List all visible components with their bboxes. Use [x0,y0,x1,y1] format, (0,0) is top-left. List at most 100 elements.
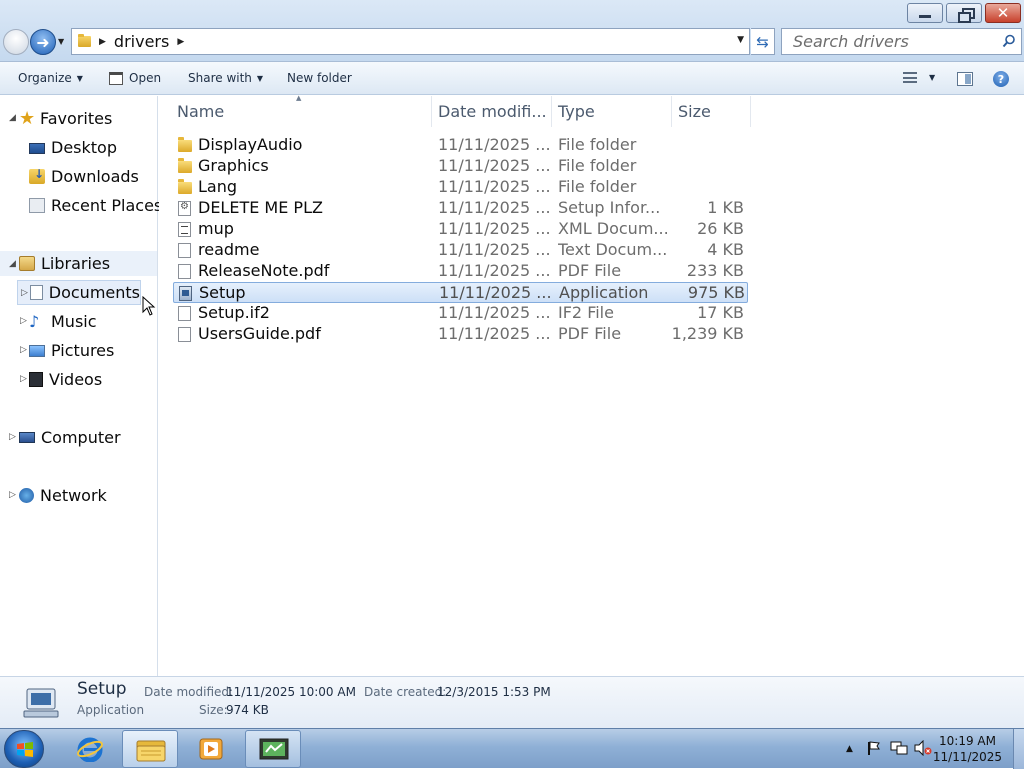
expand-arrow-icon[interactable]: ▷ [20,374,27,384]
file-row[interactable]: UsersGuide.pdf 11/11/2025 ... PDF File 1… [173,324,748,345]
clock-date[interactable]: 11/11/2025 [930,750,1005,764]
star-icon: ★ [19,108,36,129]
date-modified-value: 11/11/2025 10:00 AM [226,685,356,699]
pdf-file-icon [178,327,191,342]
back-button[interactable] [3,29,29,55]
nav-downloads[interactable]: Downloads [29,164,139,189]
nav-network-label: Network [40,486,107,505]
libraries-icon [19,256,35,271]
chevron-down-icon: ▼ [929,73,936,82]
action-center-flag-icon[interactable] [866,740,882,756]
file-type: PDF File [558,261,622,280]
nav-music[interactable]: ▷ ♪ Music [20,309,97,334]
windows-logo-icon [17,742,33,757]
start-button[interactable] [4,730,44,768]
nav-recent-places-label: Recent Places [51,196,163,215]
open-icon [109,71,123,85]
nav-recent-places[interactable]: Recent Places [29,193,162,218]
nav-videos[interactable]: ▷ Videos [20,367,102,392]
file-size: 1 KB [707,198,744,217]
show-desktop-button[interactable] [1013,729,1024,769]
explorer-folders-icon [136,740,166,762]
nav-documents[interactable]: ▷ Documents [17,280,141,305]
expand-arrow-icon[interactable]: ▷ [20,316,27,326]
file-type: XML Docum... [558,219,669,238]
recent-pages-dropdown[interactable]: ▼ [58,37,64,46]
preview-pane-button[interactable] [957,72,973,86]
breadcrumb-chevron-icon[interactable]: ▶ [99,37,106,47]
expand-arrow-icon[interactable]: ▷ [9,490,16,500]
organize-label: Organize [18,71,72,85]
file-name: Graphics [198,156,269,175]
breadcrumb-drivers[interactable]: drivers [114,32,169,51]
setup-application-icon [259,738,289,760]
details-file-kind: Application [77,703,145,717]
address-bar[interactable]: ▶ drivers ▶ ▼ [71,28,750,55]
taskbar-setup-application[interactable] [245,730,301,768]
column-header-size[interactable]: Size [672,96,751,127]
network-icon [19,488,34,503]
address-history-dropdown[interactable]: ▼ [737,35,744,45]
nav-desktop-label: Desktop [51,138,117,157]
file-row[interactable]: readme 11/11/2025 ... Text Docum... 4 KB [173,240,748,261]
taskbar-media-player[interactable] [183,730,239,768]
nav-network[interactable]: ▷ Network [9,483,107,508]
nav-favorites[interactable]: ★ Favorites [19,106,112,131]
file-type: Text Docum... [558,240,668,259]
nav-libraries-label: Libraries [41,254,111,273]
file-name: mup [198,219,234,238]
file-size: 26 KB [697,219,744,238]
taskbar-windows-explorer[interactable] [122,730,178,768]
maximize-button[interactable] [946,3,982,23]
expand-arrow-icon[interactable]: ▷ [9,432,16,442]
column-header-date-modified[interactable]: Date modifi... [432,96,552,127]
file-row[interactable]: ReleaseNote.pdf 11/11/2025 ... PDF File … [173,261,748,282]
file-type: PDF File [558,324,622,343]
file-row[interactable]: Lang 11/11/2025 ... File folder [173,177,748,198]
file-row[interactable]: DisplayAudio 11/11/2025 ... File folder [173,135,748,156]
file-date: 11/11/2025 ... [438,177,551,196]
share-with-button[interactable]: Share with ▼ [188,71,263,85]
file-row[interactable]: DELETE ME PLZ 11/11/2025 ... Setup Infor… [173,198,748,219]
minimize-button[interactable] [907,3,943,23]
expand-arrow-icon[interactable]: ▷ [20,345,27,355]
file-date: 11/11/2025 ... [439,283,552,302]
forward-button[interactable]: ➜ [30,29,56,55]
search-input[interactable] [791,31,991,52]
taskbar-internet-explorer[interactable] [62,730,118,768]
expand-arrow-icon[interactable]: ▷ [21,288,28,298]
collapse-arrow-icon[interactable]: ◢ [9,113,16,123]
search-icon[interactable] [1002,34,1016,48]
help-button[interactable]: ? [993,71,1009,87]
open-label: Open [129,71,162,85]
file-type: IF2 File [558,303,614,322]
clock-time[interactable]: 10:19 AM [930,734,1005,748]
close-button[interactable]: ✕ [985,3,1021,23]
search-box[interactable] [781,28,1022,55]
file-row-selected[interactable]: Setup 11/11/2025 ... Application 975 KB [173,282,748,303]
change-view-button[interactable]: ▼ [903,72,935,83]
file-type: Application [559,283,649,302]
collapse-arrow-icon[interactable]: ◢ [9,259,16,269]
file-row[interactable]: Setup.if2 11/11/2025 ... IF2 File 17 KB [173,303,748,324]
nav-computer[interactable]: ▷ Computer [9,425,121,450]
nav-libraries[interactable]: ◢ Libraries [0,251,157,276]
refresh-button[interactable]: ⇆ [751,28,775,55]
file-icon [178,306,191,321]
column-header-type[interactable]: Type [552,96,672,127]
date-created-label: Date created: [364,685,447,699]
show-hidden-icons-arrow[interactable]: ▲ [846,744,853,754]
open-button[interactable]: Open [109,71,161,85]
nav-documents-label: Documents [48,283,140,302]
command-bar: Organize ▼ Open Share with ▼ New folder ▼ [0,62,1024,95]
organize-button[interactable]: Organize ▼ [18,71,83,85]
new-folder-button[interactable]: New folder [287,71,352,85]
nav-desktop[interactable]: Desktop [29,135,117,160]
breadcrumb-chevron-icon[interactable]: ▶ [177,37,184,47]
nav-pictures[interactable]: ▷ Pictures [20,338,114,363]
network-tray-icon[interactable] [890,740,908,756]
forward-arrow-icon: ➜ [36,32,50,52]
column-header-name[interactable]: Name [171,96,432,127]
file-row[interactable]: Graphics 11/11/2025 ... File folder [173,156,748,177]
file-row[interactable]: mup 11/11/2025 ... XML Docum... 26 KB [173,219,748,240]
